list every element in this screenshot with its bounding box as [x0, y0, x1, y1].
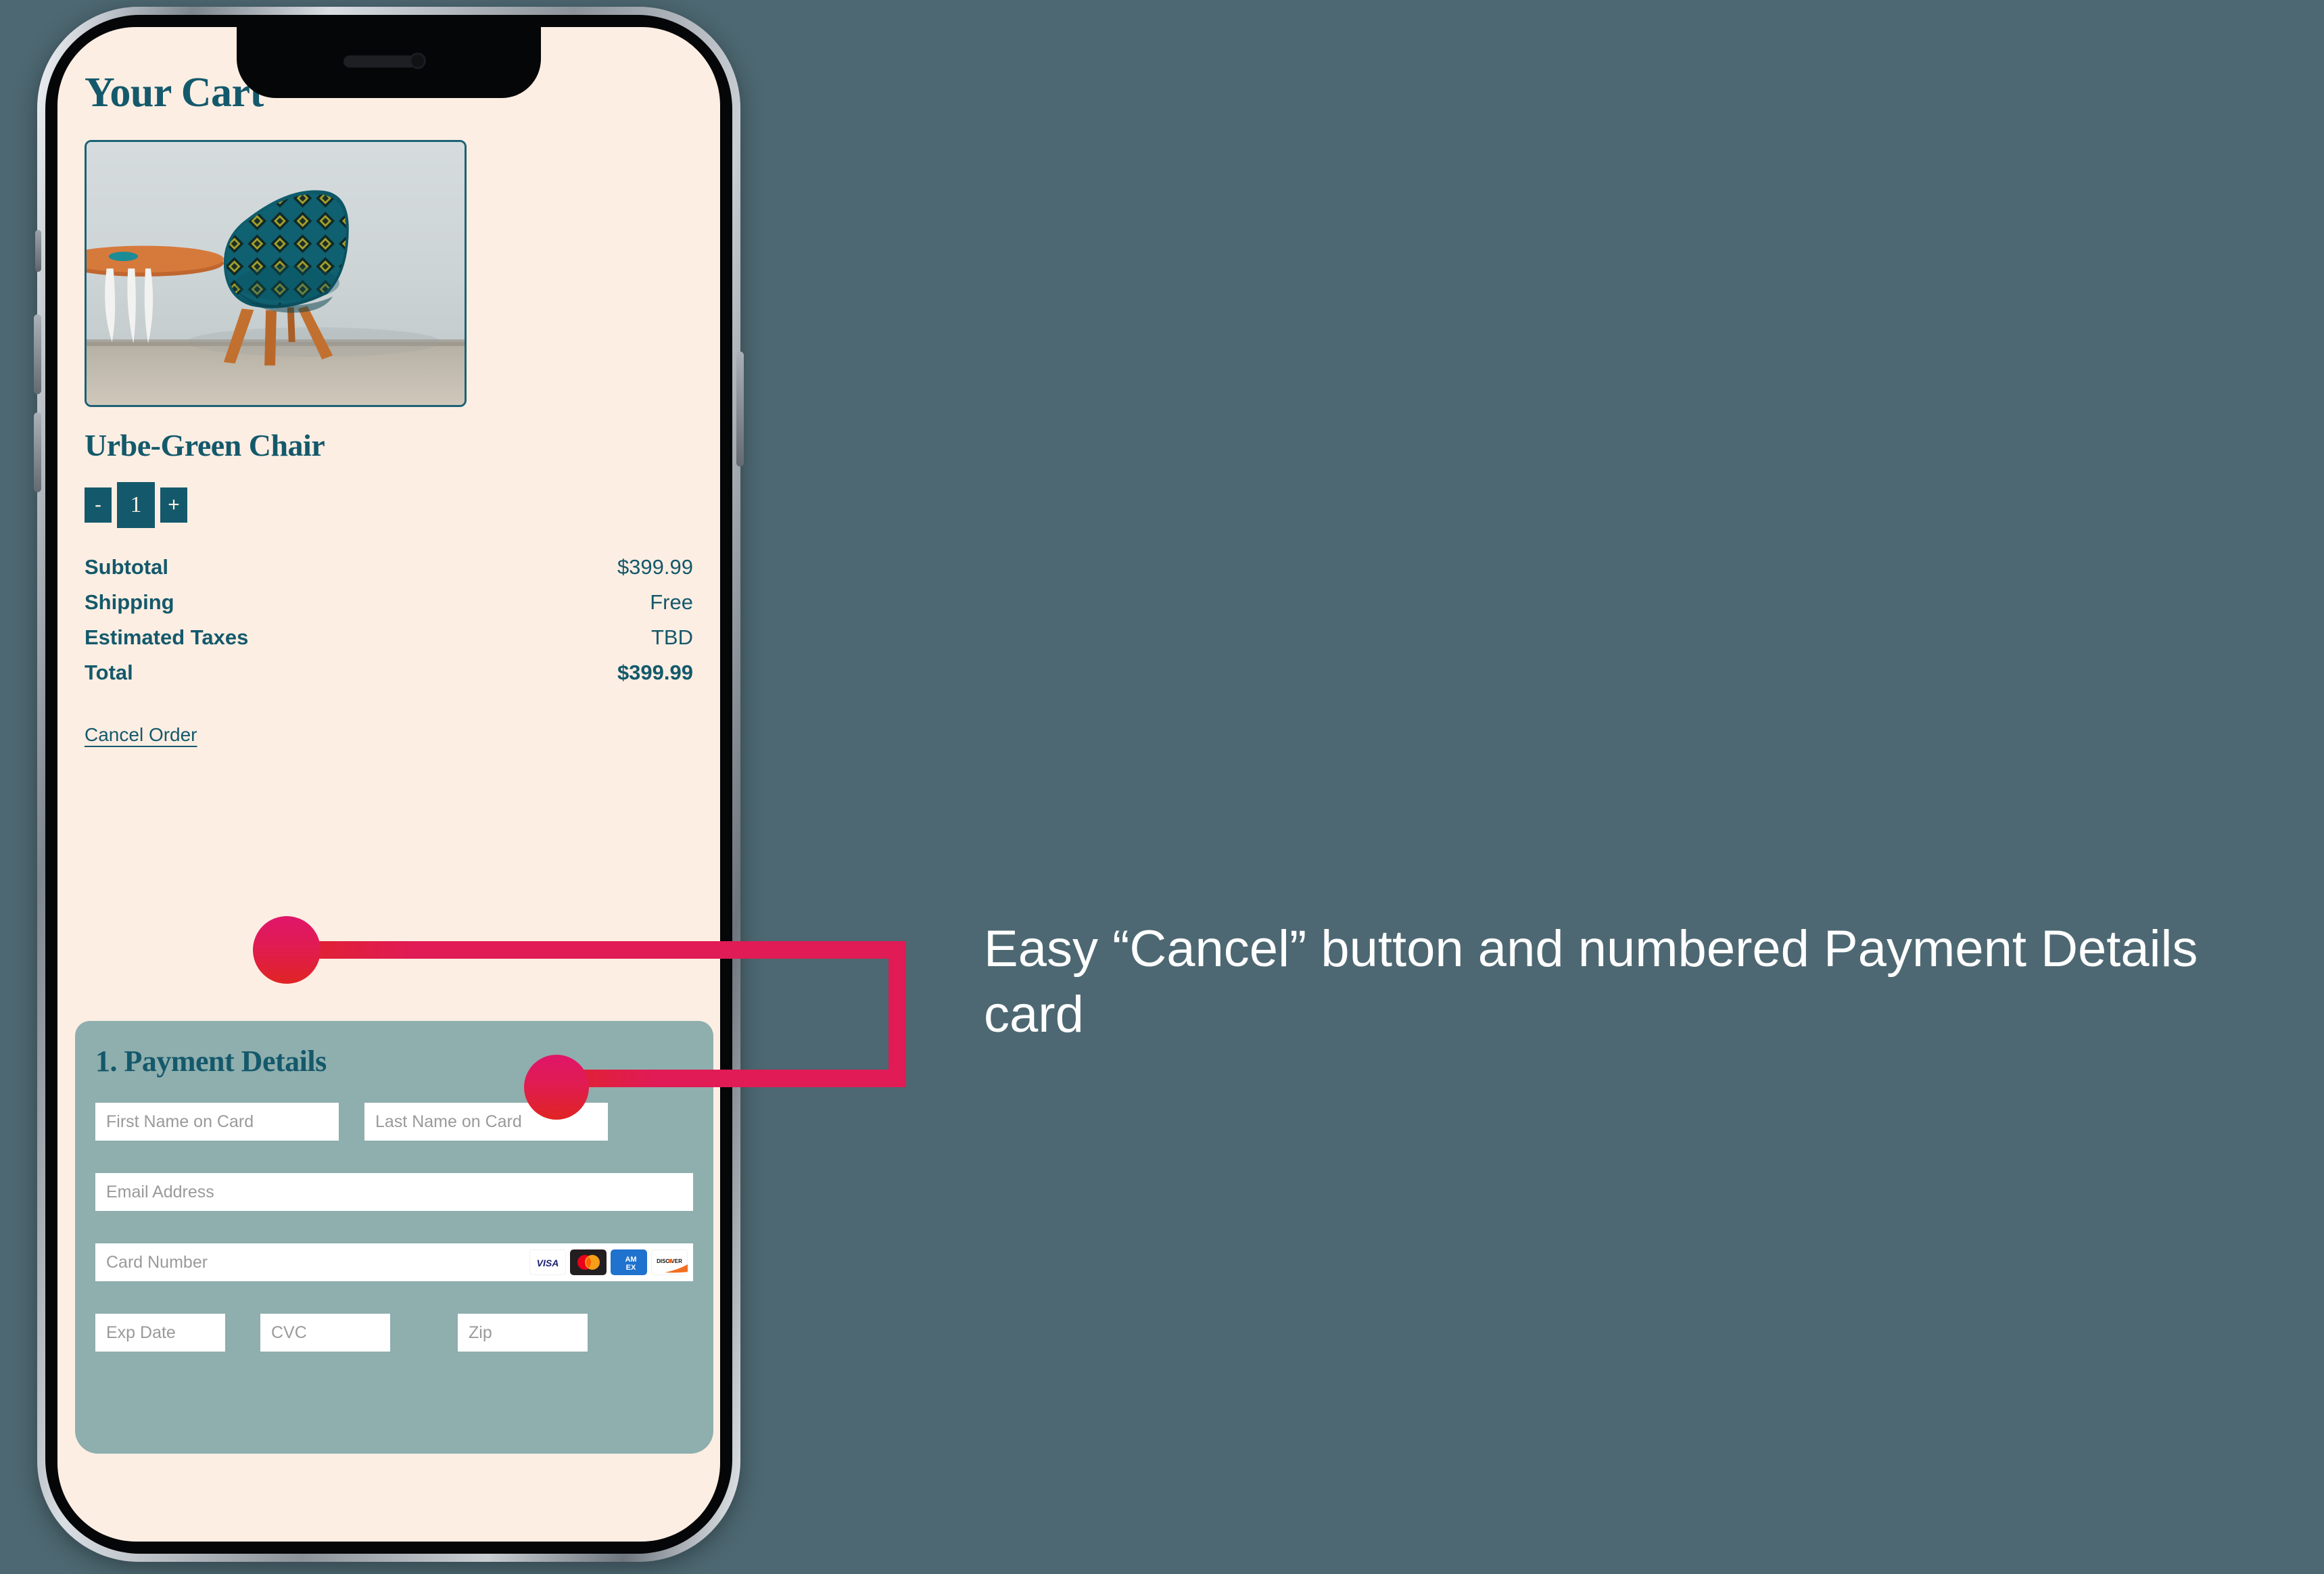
- quantity-increment-button[interactable]: +: [160, 487, 187, 523]
- card-number-row: VISA AM EX DISC VER: [95, 1243, 693, 1281]
- summary-value: $399.99: [617, 661, 693, 684]
- mute-switch-button[interactable]: [35, 230, 41, 272]
- summary-value: TBD: [651, 625, 693, 649]
- summary-row-taxes: Estimated Taxes TBD: [85, 625, 693, 650]
- product-image: [85, 140, 467, 407]
- card-number-input[interactable]: [95, 1243, 529, 1281]
- volume-down-button[interactable]: [34, 412, 41, 492]
- amex-card-icon: AM EX: [611, 1249, 647, 1275]
- front-camera-icon: [409, 53, 426, 69]
- summary-row-subtotal: Subtotal $399.99: [85, 555, 693, 579]
- quantity-value[interactable]: 1: [117, 482, 155, 528]
- phone-screen: Your Cart Urbe-Green Chair - 1 + Subtota…: [57, 27, 720, 1542]
- exp-date-input[interactable]: [95, 1314, 225, 1352]
- name-fields-row: [95, 1103, 693, 1141]
- accepted-card-brands: VISA AM EX DISC VER: [529, 1249, 693, 1275]
- discover-card-icon: DISC VER: [651, 1249, 688, 1275]
- svg-text:AM: AM: [625, 1256, 636, 1264]
- last-name-input[interactable]: [364, 1103, 608, 1141]
- quantity-decrement-button[interactable]: -: [85, 487, 112, 523]
- phone-notch: [237, 27, 541, 98]
- summary-row-shipping: Shipping Free: [85, 590, 693, 615]
- volume-up-button[interactable]: [34, 314, 41, 394]
- phone-mockup: Your Cart Urbe-Green Chair - 1 + Subtota…: [34, 7, 744, 1562]
- mastercard-card-icon: [570, 1249, 607, 1275]
- annotation-connector-vertical: [888, 941, 906, 1087]
- summary-label: Shipping: [85, 590, 174, 614]
- summary-value: $399.99: [617, 555, 693, 579]
- zip-input[interactable]: [458, 1314, 588, 1352]
- earpiece-speaker-icon: [343, 55, 417, 68]
- summary-label: Estimated Taxes: [85, 625, 249, 649]
- email-input[interactable]: [95, 1173, 693, 1211]
- order-summary: Subtotal $399.99 Shipping Free Estimated…: [85, 555, 693, 685]
- power-button[interactable]: [736, 352, 744, 467]
- payment-details-card: 1. Payment Details VISA: [75, 1021, 713, 1454]
- svg-text:VISA: VISA: [537, 1258, 559, 1268]
- first-name-input[interactable]: [95, 1103, 339, 1141]
- summary-label: Subtotal: [85, 555, 168, 579]
- svg-text:EX: EX: [626, 1264, 636, 1272]
- summary-value: Free: [650, 590, 693, 614]
- annotation-callout-text: Easy “Cancel” button and numbered Paymen…: [984, 920, 2198, 1044]
- payment-details-heading: 1. Payment Details: [95, 1045, 327, 1078]
- visa-card-icon: VISA: [529, 1249, 566, 1275]
- cvc-input[interactable]: [260, 1314, 390, 1352]
- summary-row-total: Total $399.99: [85, 661, 693, 685]
- quantity-stepper[interactable]: - 1 +: [85, 482, 703, 528]
- product-title: Urbe-Green Chair: [85, 428, 325, 462]
- summary-label: Total: [85, 661, 133, 684]
- cancel-order-link[interactable]: Cancel Order: [85, 724, 197, 746]
- card-detail-fields-row: [95, 1314, 693, 1352]
- chair-photo-illustration: [87, 142, 465, 405]
